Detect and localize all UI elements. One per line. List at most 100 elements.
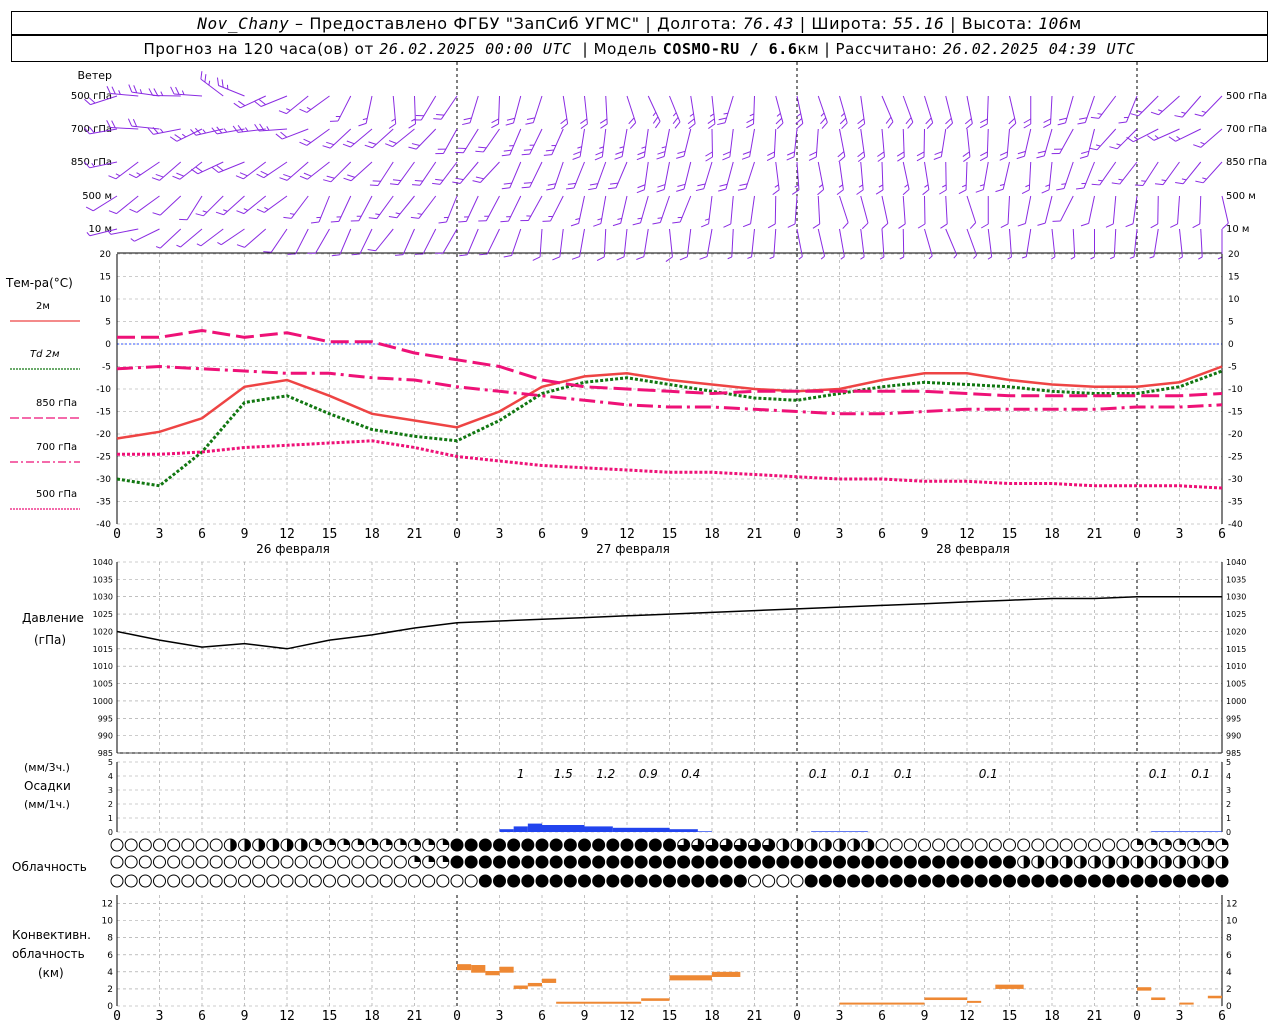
cloud-circle-fill: [451, 839, 463, 851]
cloud-symbol: [578, 874, 591, 888]
wind-barb: [323, 161, 352, 183]
barb-staff: [375, 228, 394, 252]
wind-barb: [665, 228, 673, 262]
cloud-circle-outline: [1116, 838, 1130, 852]
wind-barb: [772, 161, 780, 196]
barb-flag: [979, 123, 988, 129]
wind-barb: [676, 128, 692, 159]
barb-flag: [1016, 155, 1025, 160]
wind-barb: [1050, 228, 1056, 260]
wind-barb: [552, 228, 564, 261]
cloud-circle-fill: [1003, 856, 1016, 868]
temp-xtick: 0: [453, 527, 461, 542]
cloud-circle-outline: [351, 874, 365, 888]
barb-half: [818, 184, 823, 188]
cloud-symbol: [464, 874, 478, 888]
cloud-circle-fill: [272, 839, 279, 852]
cloud-circle-fill: [1145, 875, 1158, 887]
barb-flag: [1008, 118, 1016, 125]
barb-flag: [636, 189, 645, 194]
cloud-symbol: [209, 838, 223, 852]
barb-staff: [745, 161, 755, 189]
cloud-symbol: [1158, 838, 1172, 852]
wind-barb: [596, 228, 607, 262]
wind-barb: [975, 161, 989, 193]
barb-staff: [1050, 95, 1053, 124]
barb-flag: [542, 220, 551, 222]
barb-flag: [708, 123, 716, 129]
cloud-symbol: [323, 855, 336, 869]
wind-barb: [560, 95, 569, 130]
cloud-circle-fill: [635, 856, 648, 868]
cloud-circle-fill: [372, 839, 378, 845]
cloud-symbol: [748, 838, 761, 852]
barb-staff: [703, 161, 713, 189]
wind-barb: [505, 95, 522, 126]
barb-staff: [986, 95, 989, 125]
wind-barb: [999, 128, 1010, 161]
cloud-circle-fill: [734, 875, 747, 887]
cloud-circle-outline: [181, 874, 195, 888]
barb-staff: [966, 95, 973, 124]
barb-half: [217, 242, 222, 246]
cloud-circle-fill: [1122, 856, 1129, 868]
precip-amount-label: 0.1: [1191, 767, 1210, 781]
cloud-circle-outline: [223, 874, 237, 888]
barb-flag: [926, 122, 934, 129]
barb-half: [266, 126, 270, 131]
cloud-circle-outline: [308, 855, 322, 869]
barb-flag: [1150, 111, 1159, 116]
barb-staff: [1088, 195, 1095, 224]
barb-half: [1050, 256, 1056, 260]
cloud-circle-fill: [890, 875, 903, 887]
barb-staff: [1116, 128, 1138, 150]
temp-ytick-left: -15: [96, 408, 111, 418]
cloud-symbol: [549, 838, 563, 852]
cloud-circle-fill: [521, 875, 534, 887]
cloud-circle-fill: [493, 875, 506, 887]
wind-barb: [924, 95, 934, 129]
barb-staff: [753, 95, 755, 125]
barb-staff: [1138, 95, 1159, 117]
wind-barb: [452, 161, 479, 184]
cloud-symbol: [308, 838, 322, 852]
barb-half: [953, 254, 958, 259]
cloud-symbol: [677, 838, 691, 852]
cloud-circle-fill: [635, 875, 648, 887]
cloud-circle-fill: [1193, 839, 1200, 845]
barb-staff: [358, 195, 373, 221]
barb-flag: [152, 212, 161, 216]
barb-staff: [134, 228, 160, 242]
barb-staff: [1063, 161, 1074, 189]
barb-flag: [836, 189, 844, 196]
cloud-circle-outline: [464, 874, 478, 888]
barb-staff: [1065, 95, 1074, 124]
cloud-symbol: [578, 838, 591, 852]
cloud-circle-outline: [351, 855, 365, 869]
cloud-circle-fill: [550, 875, 563, 887]
precip-ytick-left: 5: [108, 758, 113, 767]
cloud-symbol: [422, 855, 436, 869]
cloud-symbol: [592, 874, 606, 888]
cloud-symbol: [663, 874, 676, 888]
cloud-circle-fill: [691, 875, 704, 887]
cloud-circle-outline: [748, 874, 761, 888]
barb-staff: [186, 195, 203, 221]
barb-half: [769, 256, 774, 260]
wind-barb: [358, 95, 373, 127]
barb-staff: [659, 195, 670, 223]
cloud-circle-fill: [442, 856, 449, 862]
cloud-circle-fill: [1017, 875, 1030, 887]
cloud-circle-outline: [252, 874, 266, 888]
barb-staff: [136, 195, 160, 213]
barb-staff: [839, 195, 849, 223]
wind-barb: [580, 95, 588, 129]
barb-staff: [1007, 195, 1010, 224]
barb-flag: [616, 256, 625, 261]
conv-cloud-bar: [669, 975, 712, 981]
cloud-symbol: [549, 855, 563, 869]
pressure-ytick-left: 990: [98, 732, 113, 741]
cloud-symbol: [861, 838, 875, 852]
cloud-circle-fill: [839, 839, 846, 851]
wind-barb: [543, 128, 564, 156]
